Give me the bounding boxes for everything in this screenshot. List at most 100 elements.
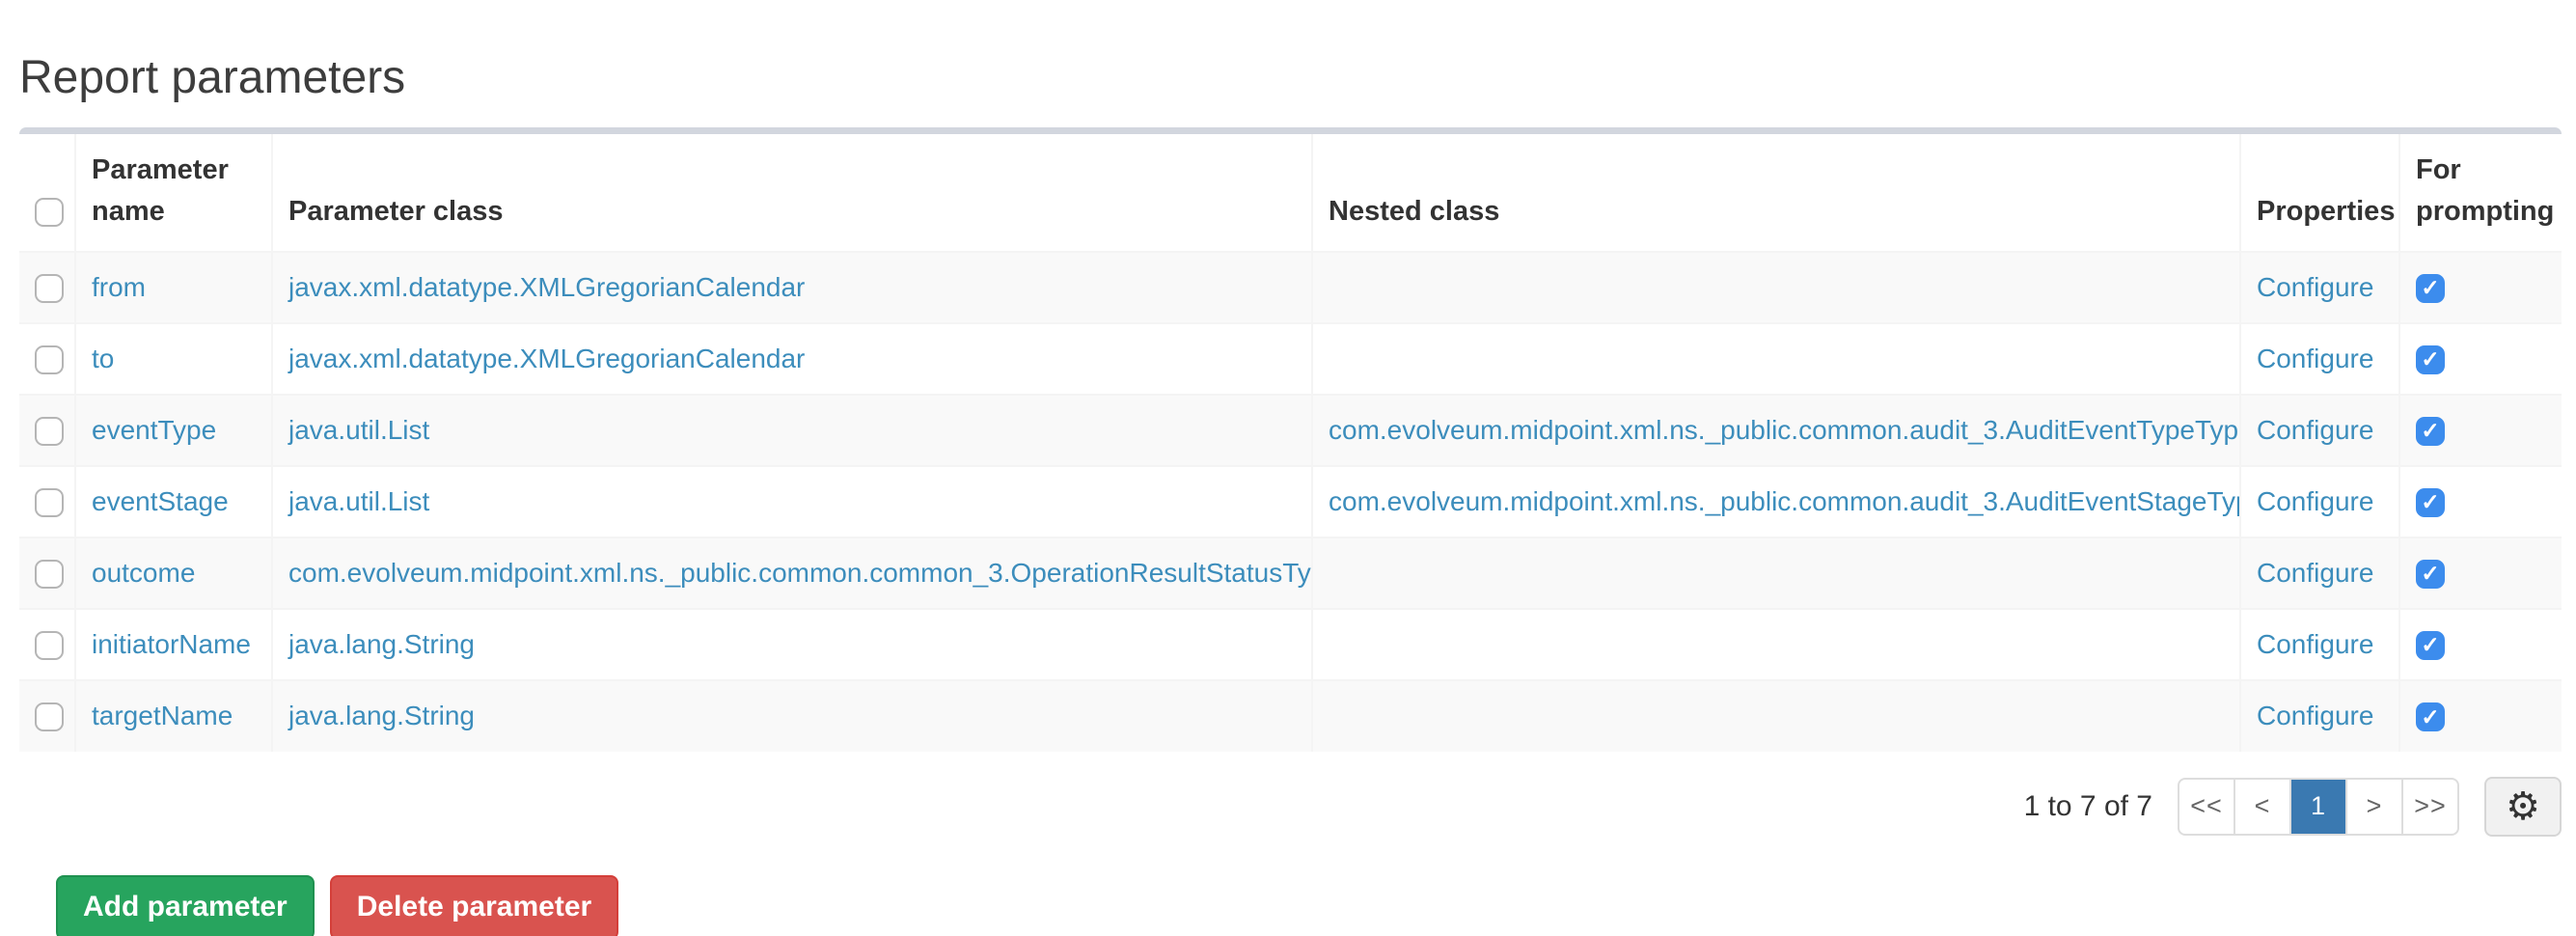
- row-checkbox[interactable]: [35, 631, 64, 660]
- next-page-button[interactable]: >: [2345, 780, 2401, 834]
- nested-class-cell: [1312, 323, 2240, 395]
- delete-parameter-button[interactable]: Delete parameter: [330, 875, 618, 936]
- properties-cell: Configure: [2240, 680, 2399, 752]
- table-header-row: Parameter name Parameter class Nested cl…: [19, 134, 2562, 252]
- actions-bar: Add parameter Delete parameter: [56, 875, 2576, 936]
- parameter-class-cell: com.evolveum.midpoint.xml.ns._public.com…: [272, 537, 1312, 609]
- page-1-button[interactable]: 1: [2289, 780, 2345, 834]
- parameter-class-cell: java.lang.String: [272, 680, 1312, 752]
- for-prompting-checkbox[interactable]: ✓: [2416, 631, 2445, 660]
- nested-class-cell: com.evolveum.midpoint.xml.ns._public.com…: [1312, 395, 2240, 466]
- table-body: from javax.xml.datatype.XMLGregorianCale…: [19, 252, 2562, 752]
- pager: << < 1 > >>: [2178, 778, 2459, 836]
- configure-link[interactable]: Configure: [2257, 701, 2373, 730]
- for-prompting-cell: ✓: [2399, 323, 2562, 395]
- parameter-class-text: javax.xml.datatype.XMLGregorianCalendar: [288, 344, 805, 373]
- parameter-class-cell: java.util.List: [272, 466, 1312, 537]
- for-prompting-checkbox[interactable]: ✓: [2416, 488, 2445, 517]
- row-select-cell: [19, 395, 75, 466]
- table-row: initiatorName java.lang.String Configure…: [19, 609, 2562, 680]
- row-select-cell: [19, 537, 75, 609]
- for-prompting-cell: ✓: [2399, 680, 2562, 752]
- parameter-class-cell: java.util.List: [272, 395, 1312, 466]
- row-checkbox[interactable]: [35, 345, 64, 374]
- parameter-name-cell: outcome: [75, 537, 272, 609]
- row-checkbox[interactable]: [35, 488, 64, 517]
- configure-link[interactable]: Configure: [2257, 629, 2373, 659]
- table-row: targetName java.lang.String Configure ✓: [19, 680, 2562, 752]
- row-select-cell: [19, 252, 75, 323]
- nested-class-cell: [1312, 252, 2240, 323]
- for-prompting-checkbox[interactable]: ✓: [2416, 702, 2445, 731]
- configure-link[interactable]: Configure: [2257, 415, 2373, 445]
- paging-summary: 1 to 7 of 7: [2024, 790, 2152, 823]
- table-row: eventType java.util.List com.evolveum.mi…: [19, 395, 2562, 466]
- page-title: Report parameters: [19, 50, 2576, 106]
- parameter-name-cell: from: [75, 252, 272, 323]
- parameter-name-link[interactable]: eventType: [92, 415, 216, 445]
- report-parameters-page: Report parameters Parameter name Paramet…: [0, 0, 2576, 936]
- nested-class-text: com.evolveum.midpoint.xml.ns._public.com…: [1329, 415, 2240, 445]
- row-checkbox[interactable]: [35, 274, 64, 303]
- configure-link[interactable]: Configure: [2257, 486, 2373, 516]
- column-header-properties: Properties: [2240, 134, 2399, 252]
- for-prompting-cell: ✓: [2399, 395, 2562, 466]
- parameter-name-link[interactable]: targetName: [92, 701, 233, 730]
- column-header-for-prompting: For prompting: [2399, 134, 2562, 252]
- for-prompting-checkbox[interactable]: ✓: [2416, 560, 2445, 589]
- properties-cell: Configure: [2240, 537, 2399, 609]
- row-checkbox[interactable]: [35, 560, 64, 589]
- configure-link[interactable]: Configure: [2257, 344, 2373, 373]
- add-parameter-button[interactable]: Add parameter: [56, 875, 315, 936]
- properties-cell: Configure: [2240, 252, 2399, 323]
- parameter-class-text: java.util.List: [288, 486, 429, 516]
- nested-class-cell: [1312, 609, 2240, 680]
- properties-cell: Configure: [2240, 609, 2399, 680]
- row-select-cell: [19, 680, 75, 752]
- select-all-header-cell: [19, 134, 75, 252]
- parameter-class-cell: java.lang.String: [272, 609, 1312, 680]
- first-page-button[interactable]: <<: [2179, 780, 2233, 834]
- prev-page-button[interactable]: <: [2233, 780, 2289, 834]
- parameters-table-box: Parameter name Parameter class Nested cl…: [19, 127, 2562, 837]
- gear-icon: ⚙: [2506, 787, 2540, 826]
- for-prompting-cell: ✓: [2399, 466, 2562, 537]
- row-checkbox[interactable]: [35, 702, 64, 731]
- for-prompting-cell: ✓: [2399, 252, 2562, 323]
- paging-bar: 1 to 7 of 7 << < 1 > >> ⚙: [19, 777, 2562, 837]
- parameter-name-link[interactable]: initiatorName: [92, 629, 251, 659]
- column-header-nested-class: Nested class: [1312, 134, 2240, 252]
- parameter-class-text: java.lang.String: [288, 629, 475, 659]
- nested-class-text: com.evolveum.midpoint.xml.ns._public.com…: [1329, 486, 2240, 516]
- parameter-class-cell: javax.xml.datatype.XMLGregorianCalendar: [272, 252, 1312, 323]
- for-prompting-checkbox[interactable]: ✓: [2416, 417, 2445, 446]
- nested-class-cell: [1312, 537, 2240, 609]
- nested-class-cell: [1312, 680, 2240, 752]
- parameter-class-text: java.util.List: [288, 415, 429, 445]
- row-select-cell: [19, 609, 75, 680]
- table-row: to javax.xml.datatype.XMLGregorianCalend…: [19, 323, 2562, 395]
- row-checkbox[interactable]: [35, 417, 64, 446]
- select-all-checkbox[interactable]: [35, 198, 64, 227]
- table-row: from javax.xml.datatype.XMLGregorianCale…: [19, 252, 2562, 323]
- parameter-name-cell: eventStage: [75, 466, 272, 537]
- parameter-name-link[interactable]: to: [92, 344, 114, 373]
- parameter-name-link[interactable]: eventStage: [92, 486, 229, 516]
- table-row: outcome com.evolveum.midpoint.xml.ns._pu…: [19, 537, 2562, 609]
- for-prompting-cell: ✓: [2399, 609, 2562, 680]
- parameter-name-link[interactable]: from: [92, 272, 146, 302]
- parameter-class-cell: javax.xml.datatype.XMLGregorianCalendar: [272, 323, 1312, 395]
- last-page-button[interactable]: >>: [2401, 780, 2457, 834]
- column-header-parameter-class: Parameter class: [272, 134, 1312, 252]
- for-prompting-checkbox[interactable]: ✓: [2416, 345, 2445, 374]
- paging-settings-button[interactable]: ⚙: [2484, 777, 2562, 837]
- parameters-table: Parameter name Parameter class Nested cl…: [19, 134, 2562, 752]
- configure-link[interactable]: Configure: [2257, 272, 2373, 302]
- for-prompting-checkbox[interactable]: ✓: [2416, 274, 2445, 303]
- parameter-name-cell: initiatorName: [75, 609, 272, 680]
- configure-link[interactable]: Configure: [2257, 558, 2373, 588]
- parameter-name-link[interactable]: outcome: [92, 558, 195, 588]
- parameter-name-cell: to: [75, 323, 272, 395]
- parameter-name-cell: targetName: [75, 680, 272, 752]
- row-select-cell: [19, 466, 75, 537]
